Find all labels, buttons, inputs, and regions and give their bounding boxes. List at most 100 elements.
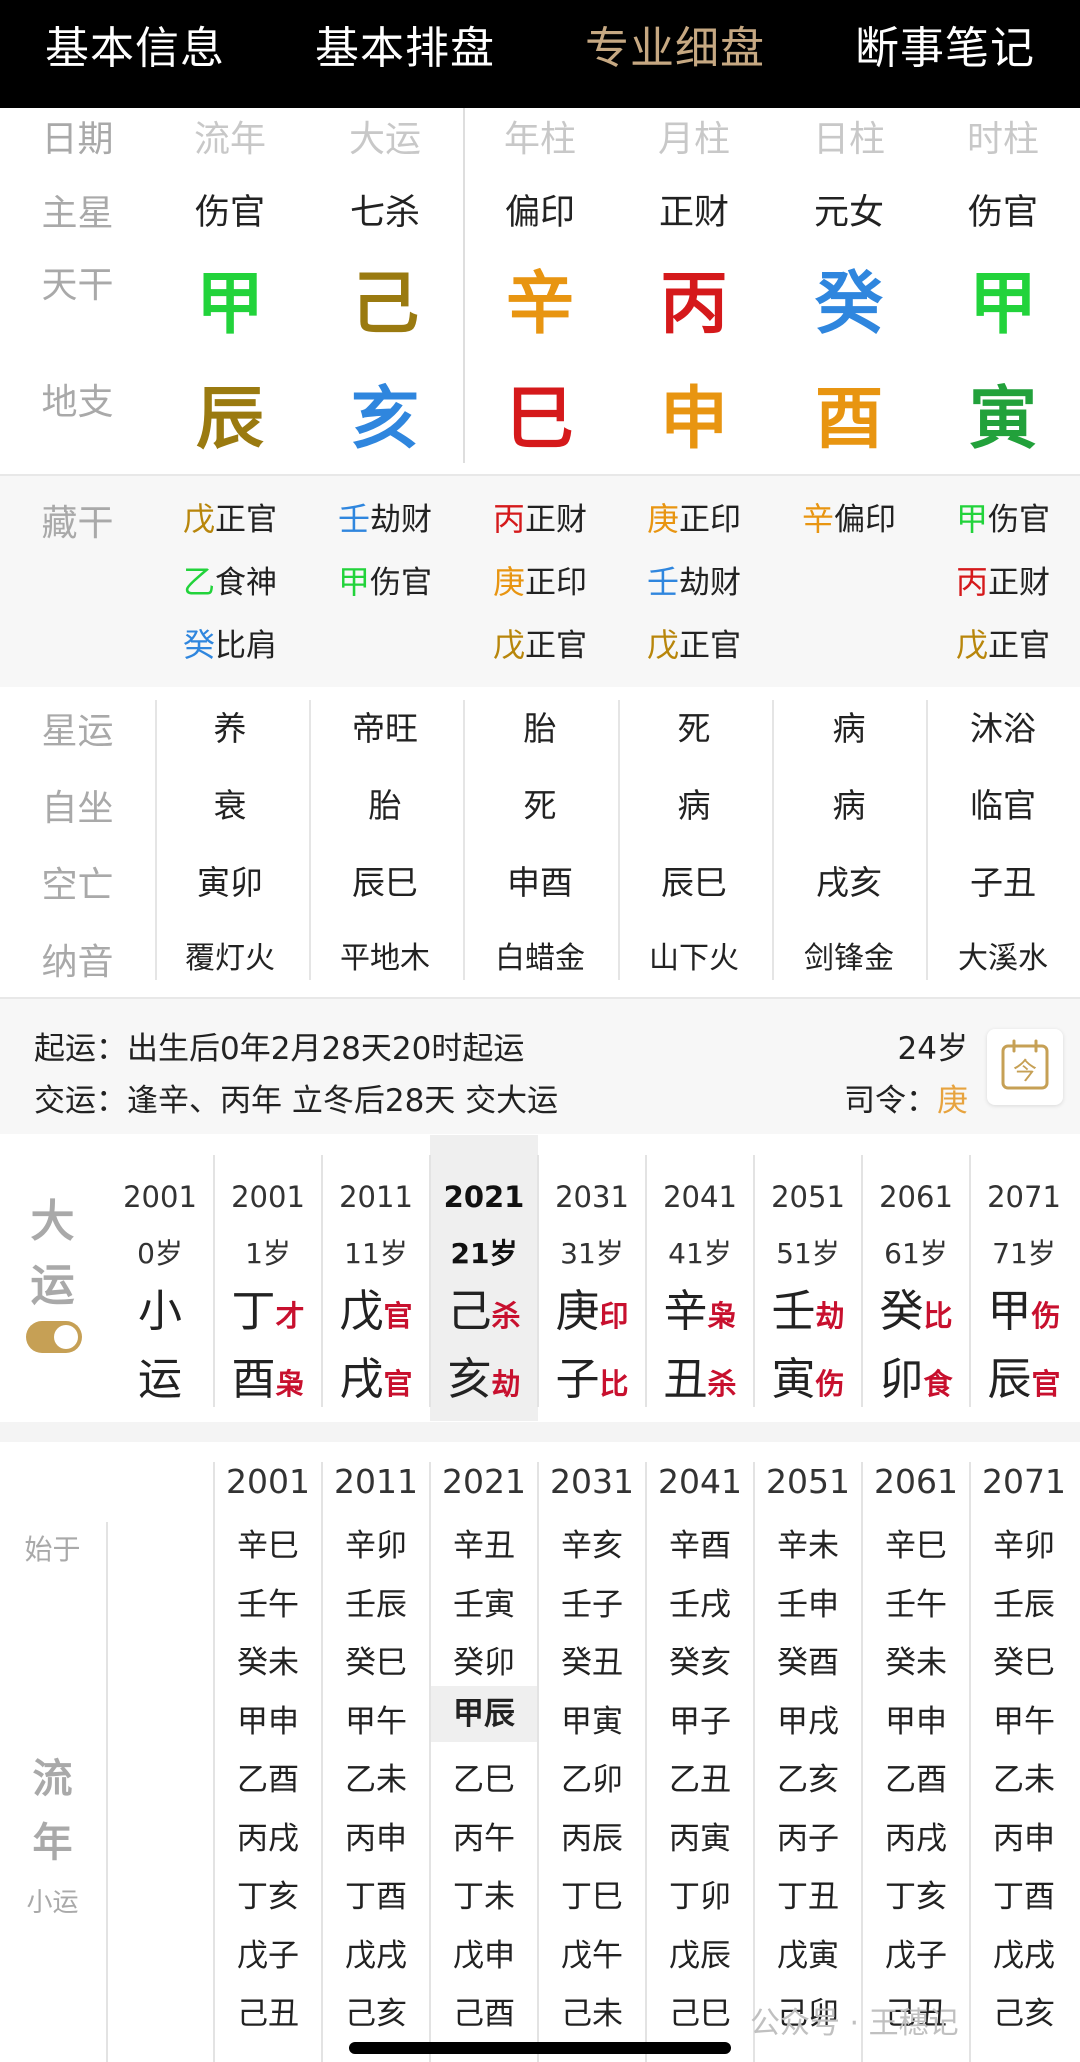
annual-cell[interactable]: 丙寅 bbox=[646, 1813, 754, 1858]
annual-cell[interactable]: 丁巳 bbox=[538, 1871, 646, 1916]
annual-cell[interactable]: 丙午 bbox=[430, 1813, 538, 1858]
annual-cell[interactable]: 丙辰 bbox=[538, 1813, 646, 1858]
decade-column[interactable]: 2041 41岁 辛枭 丑杀 bbox=[646, 1155, 754, 1407]
annual-cell[interactable]: 辛未 bbox=[754, 1520, 862, 1565]
tab-4[interactable]: 断事笔记 bbox=[810, 0, 1080, 108]
annual-cell[interactable]: 戊戌 bbox=[322, 1930, 430, 1975]
annual-cell[interactable]: 甲寅 bbox=[538, 1696, 646, 1741]
star-luck-cell: 帝旺 bbox=[352, 709, 418, 748]
decade-column[interactable]: 2031 31岁 庚印 子比 bbox=[538, 1155, 646, 1407]
tab-3[interactable]: 专业细盘 bbox=[540, 0, 810, 108]
decade-toggle[interactable] bbox=[26, 1321, 82, 1353]
annual-cell[interactable]: 癸未 bbox=[214, 1637, 322, 1682]
annual-cell[interactable]: 己亥 bbox=[322, 1988, 430, 2033]
decade-branch-char: 酉 bbox=[231, 1354, 276, 1405]
tab-2[interactable]: 基本排盘 bbox=[270, 0, 540, 108]
annual-cell[interactable]: 乙巳 bbox=[430, 1754, 538, 1799]
annual-cell[interactable]: 丙申 bbox=[970, 1813, 1078, 1858]
annual-cell[interactable]: 甲午 bbox=[322, 1696, 430, 1741]
annual-cell[interactable]: 乙未 bbox=[970, 1754, 1078, 1799]
annual-cell[interactable]: 丁亥 bbox=[214, 1871, 322, 1916]
annual-cell[interactable]: 癸亥 bbox=[646, 1637, 754, 1682]
annual-cell[interactable]: 甲戌 bbox=[754, 1696, 862, 1741]
decade-column[interactable]: 2061 61岁 癸比 卯食 bbox=[862, 1155, 970, 1407]
annual-cell[interactable]: 丁酉 bbox=[970, 1871, 1078, 1916]
decade-column[interactable]: 2051 51岁 壬劫 寅伤 bbox=[754, 1155, 862, 1407]
annual-cell[interactable]: 辛亥 bbox=[538, 1520, 646, 1565]
annual-cell[interactable]: 丙申 bbox=[322, 1813, 430, 1858]
annual-cell[interactable]: 辛酉 bbox=[646, 1520, 754, 1565]
decade-stem-god: 伤 bbox=[1031, 1299, 1061, 1333]
annual-cell[interactable]: 乙未 bbox=[322, 1754, 430, 1799]
annual-cell[interactable]: 己亥 bbox=[970, 1988, 1078, 2033]
annual-year: 2021 bbox=[442, 1462, 526, 1501]
annual-cell[interactable]: 甲子 bbox=[646, 1696, 754, 1741]
home-indicator[interactable] bbox=[349, 2042, 731, 2054]
annual-cell[interactable]: 辛卯 bbox=[970, 1520, 1078, 1565]
decade-column[interactable]: 2001 1岁 丁才 酉枭 bbox=[214, 1155, 322, 1407]
annual-cell[interactable]: 乙酉 bbox=[214, 1754, 322, 1799]
annual-cell[interactable]: 癸酉 bbox=[754, 1637, 862, 1682]
annual-cell[interactable]: 丁丑 bbox=[754, 1871, 862, 1916]
annual-cell[interactable]: 辛巳 bbox=[862, 1520, 970, 1565]
annual-cell[interactable]: 戊戌 bbox=[970, 1930, 1078, 1975]
small-luck-char: 小 bbox=[138, 1286, 182, 1337]
annual-cell[interactable]: 戊子 bbox=[862, 1930, 970, 1975]
annual-cell[interactable]: 戊寅 bbox=[754, 1930, 862, 1975]
annual-cell[interactable]: 丁卯 bbox=[646, 1871, 754, 1916]
annual-cell[interactable]: 辛卯 bbox=[322, 1520, 430, 1565]
annual-cell[interactable]: 壬辰 bbox=[970, 1579, 1078, 1624]
annual-cell[interactable]: 己丑 bbox=[214, 1988, 322, 2033]
annual-cell[interactable]: 戊辰 bbox=[646, 1930, 754, 1975]
annual-cell[interactable]: 辛丑 bbox=[430, 1520, 538, 1565]
annual-cell[interactable]: 丙戌 bbox=[214, 1813, 322, 1858]
annual-cell[interactable]: 壬寅 bbox=[430, 1579, 538, 1624]
annual-cell[interactable]: 壬辰 bbox=[322, 1579, 430, 1624]
annual-cell[interactable]: 己酉 bbox=[430, 1988, 538, 2033]
annual-cell-current[interactable]: 甲辰 bbox=[430, 1685, 538, 1742]
decade-age: 51岁 bbox=[776, 1237, 840, 1270]
decade-column[interactable]: 2011 11岁 戊官 戌官 bbox=[322, 1155, 430, 1407]
annual-cell[interactable]: 壬午 bbox=[214, 1579, 322, 1624]
annual-cell[interactable]: 乙卯 bbox=[538, 1754, 646, 1799]
annual-cell[interactable]: 壬申 bbox=[754, 1579, 862, 1624]
annual-cell[interactable]: 甲午 bbox=[970, 1696, 1078, 1741]
tab-1[interactable]: 基本信息 bbox=[0, 0, 270, 108]
annual-cell[interactable]: 甲申 bbox=[862, 1696, 970, 1741]
annual-cell[interactable]: 丁酉 bbox=[322, 1871, 430, 1916]
today-button[interactable]: 今 bbox=[987, 1029, 1063, 1105]
decade-column-selected[interactable]: 2021 21岁 己杀 亥劫 bbox=[430, 1135, 538, 1421]
annual-cell[interactable]: 癸丑 bbox=[538, 1637, 646, 1682]
annual-cell[interactable]: 癸未 bbox=[862, 1637, 970, 1682]
heavenly-stem: 甲 bbox=[195, 265, 264, 344]
annual-cell[interactable]: 丁未 bbox=[430, 1871, 538, 1916]
decade-column[interactable]: 2071 71岁 甲伤 辰官 bbox=[970, 1155, 1078, 1407]
annual-cell[interactable]: 戊午 bbox=[538, 1930, 646, 1975]
decade-column[interactable]: 2001 0岁小运 bbox=[106, 1155, 214, 1407]
annual-cell[interactable]: 乙亥 bbox=[754, 1754, 862, 1799]
decade-stem: 己杀 bbox=[430, 1275, 538, 1339]
annual-cell[interactable]: 甲申 bbox=[214, 1696, 322, 1741]
annual-cell[interactable]: 癸巳 bbox=[322, 1637, 430, 1682]
annual-cell[interactable]: 辛巳 bbox=[214, 1520, 322, 1565]
annual-cell[interactable]: 己未 bbox=[538, 1988, 646, 2033]
today-char: 今 bbox=[1013, 1057, 1037, 1085]
annual-cell[interactable]: 丙戌 bbox=[862, 1813, 970, 1858]
annual-cell[interactable]: 壬午 bbox=[862, 1579, 970, 1624]
annual-cell[interactable]: 壬戌 bbox=[646, 1579, 754, 1624]
annual-cell[interactable]: 癸卯 bbox=[430, 1637, 538, 1682]
column-header: 流年 bbox=[193, 119, 266, 160]
annual-cell[interactable]: 壬子 bbox=[538, 1579, 646, 1624]
annual-cell[interactable]: 戊子 bbox=[214, 1930, 322, 1975]
annual-cell[interactable]: 乙丑 bbox=[646, 1754, 754, 1799]
annual-cell[interactable]: 癸巳 bbox=[970, 1637, 1078, 1682]
siling-label: 司令： bbox=[844, 1083, 937, 1119]
annual-luck-section: 始于 流 年 小运 2001 辛巳 壬午 癸未 甲申 乙酉 丙戌 丁亥 戊子 己丑 2011 辛卯 壬辰… bbox=[0, 1422, 1080, 2062]
annual-cell[interactable]: 丁亥 bbox=[862, 1871, 970, 1916]
hidden-stem-cell: 甲伤官 bbox=[308, 557, 462, 603]
annual-cell[interactable]: 乙酉 bbox=[862, 1754, 970, 1799]
annual-cell[interactable]: 己巳 bbox=[646, 1988, 754, 2033]
annual-cell[interactable]: 戊申 bbox=[430, 1930, 538, 1975]
hidden-stem-char: 壬 bbox=[646, 563, 679, 601]
annual-cell[interactable]: 丙子 bbox=[754, 1813, 862, 1858]
